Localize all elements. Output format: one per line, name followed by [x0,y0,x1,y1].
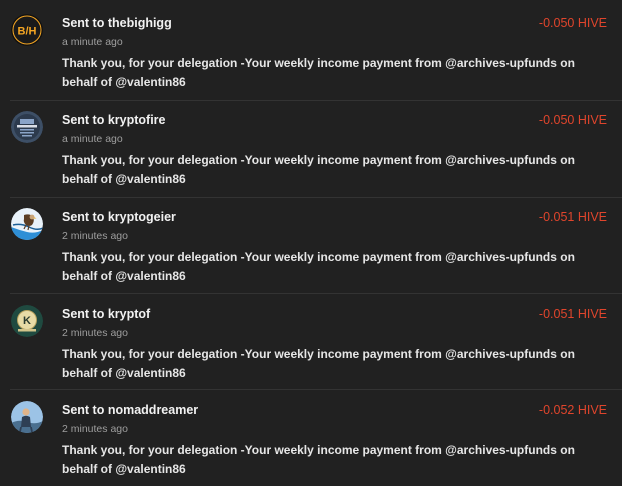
transaction-amount: -0.051 HIVE [538,210,607,224]
transaction-time: a minute ago [62,133,123,145]
vulture-avatar[interactable] [11,208,43,240]
transaction-item[interactable]: B/H Sent to thebighigg a minute ago Than… [0,0,622,96]
transaction-title: Sent to kryptof [62,307,151,321]
transaction-list: B/H Sent to thebighigg a minute ago Than… [0,0,622,486]
person-photo-avatar[interactable] [11,401,43,433]
transaction-amount: -0.050 HIVE [538,16,607,30]
transaction-amount: -0.050 HIVE [538,113,607,127]
bh-logo-avatar[interactable]: B/H [11,14,43,46]
transaction-amount: -0.052 HIVE [538,403,607,417]
transaction-time: 2 minutes ago [62,423,128,435]
transaction-time: 2 minutes ago [62,327,128,339]
transaction-memo: Thank you, for your delegation -Your wee… [62,56,575,89]
transaction-title: Sent to kryptogeier [62,210,176,224]
kryptofire-logo-avatar[interactable] [11,111,43,143]
transaction-item[interactable]: Sent to kryptofire a minute ago Thank yo… [0,97,622,193]
transaction-time: 2 minutes ago [62,230,128,242]
avatar-monogram: B/H [18,26,37,38]
transaction-memo: Thank you, for your delegation -Your wee… [62,153,575,186]
transaction-memo: Thank you, for your delegation -Your wee… [62,347,575,380]
transaction-title: Sent to nomaddreamer [62,403,199,417]
transaction-amount: -0.051 HIVE [538,307,607,321]
transaction-time: a minute ago [62,36,123,48]
transaction-item[interactable]: K Sent to kryptof 2 minutes ago Thank yo… [0,291,622,387]
transaction-item[interactable]: Sent to kryptogeier 2 minutes ago Thank … [0,194,622,290]
kryptof-coin-avatar[interactable]: K [11,305,43,337]
transaction-item[interactable]: Sent to nomaddreamer 2 minutes ago Thank… [0,387,622,483]
transaction-memo: Thank you, for your delegation -Your wee… [62,250,575,283]
transaction-title: Sent to thebighigg [62,16,172,30]
transaction-memo: Thank you, for your delegation -Your wee… [62,443,575,476]
avatar-monogram: K [23,315,31,327]
transaction-title: Sent to kryptofire [62,113,166,127]
